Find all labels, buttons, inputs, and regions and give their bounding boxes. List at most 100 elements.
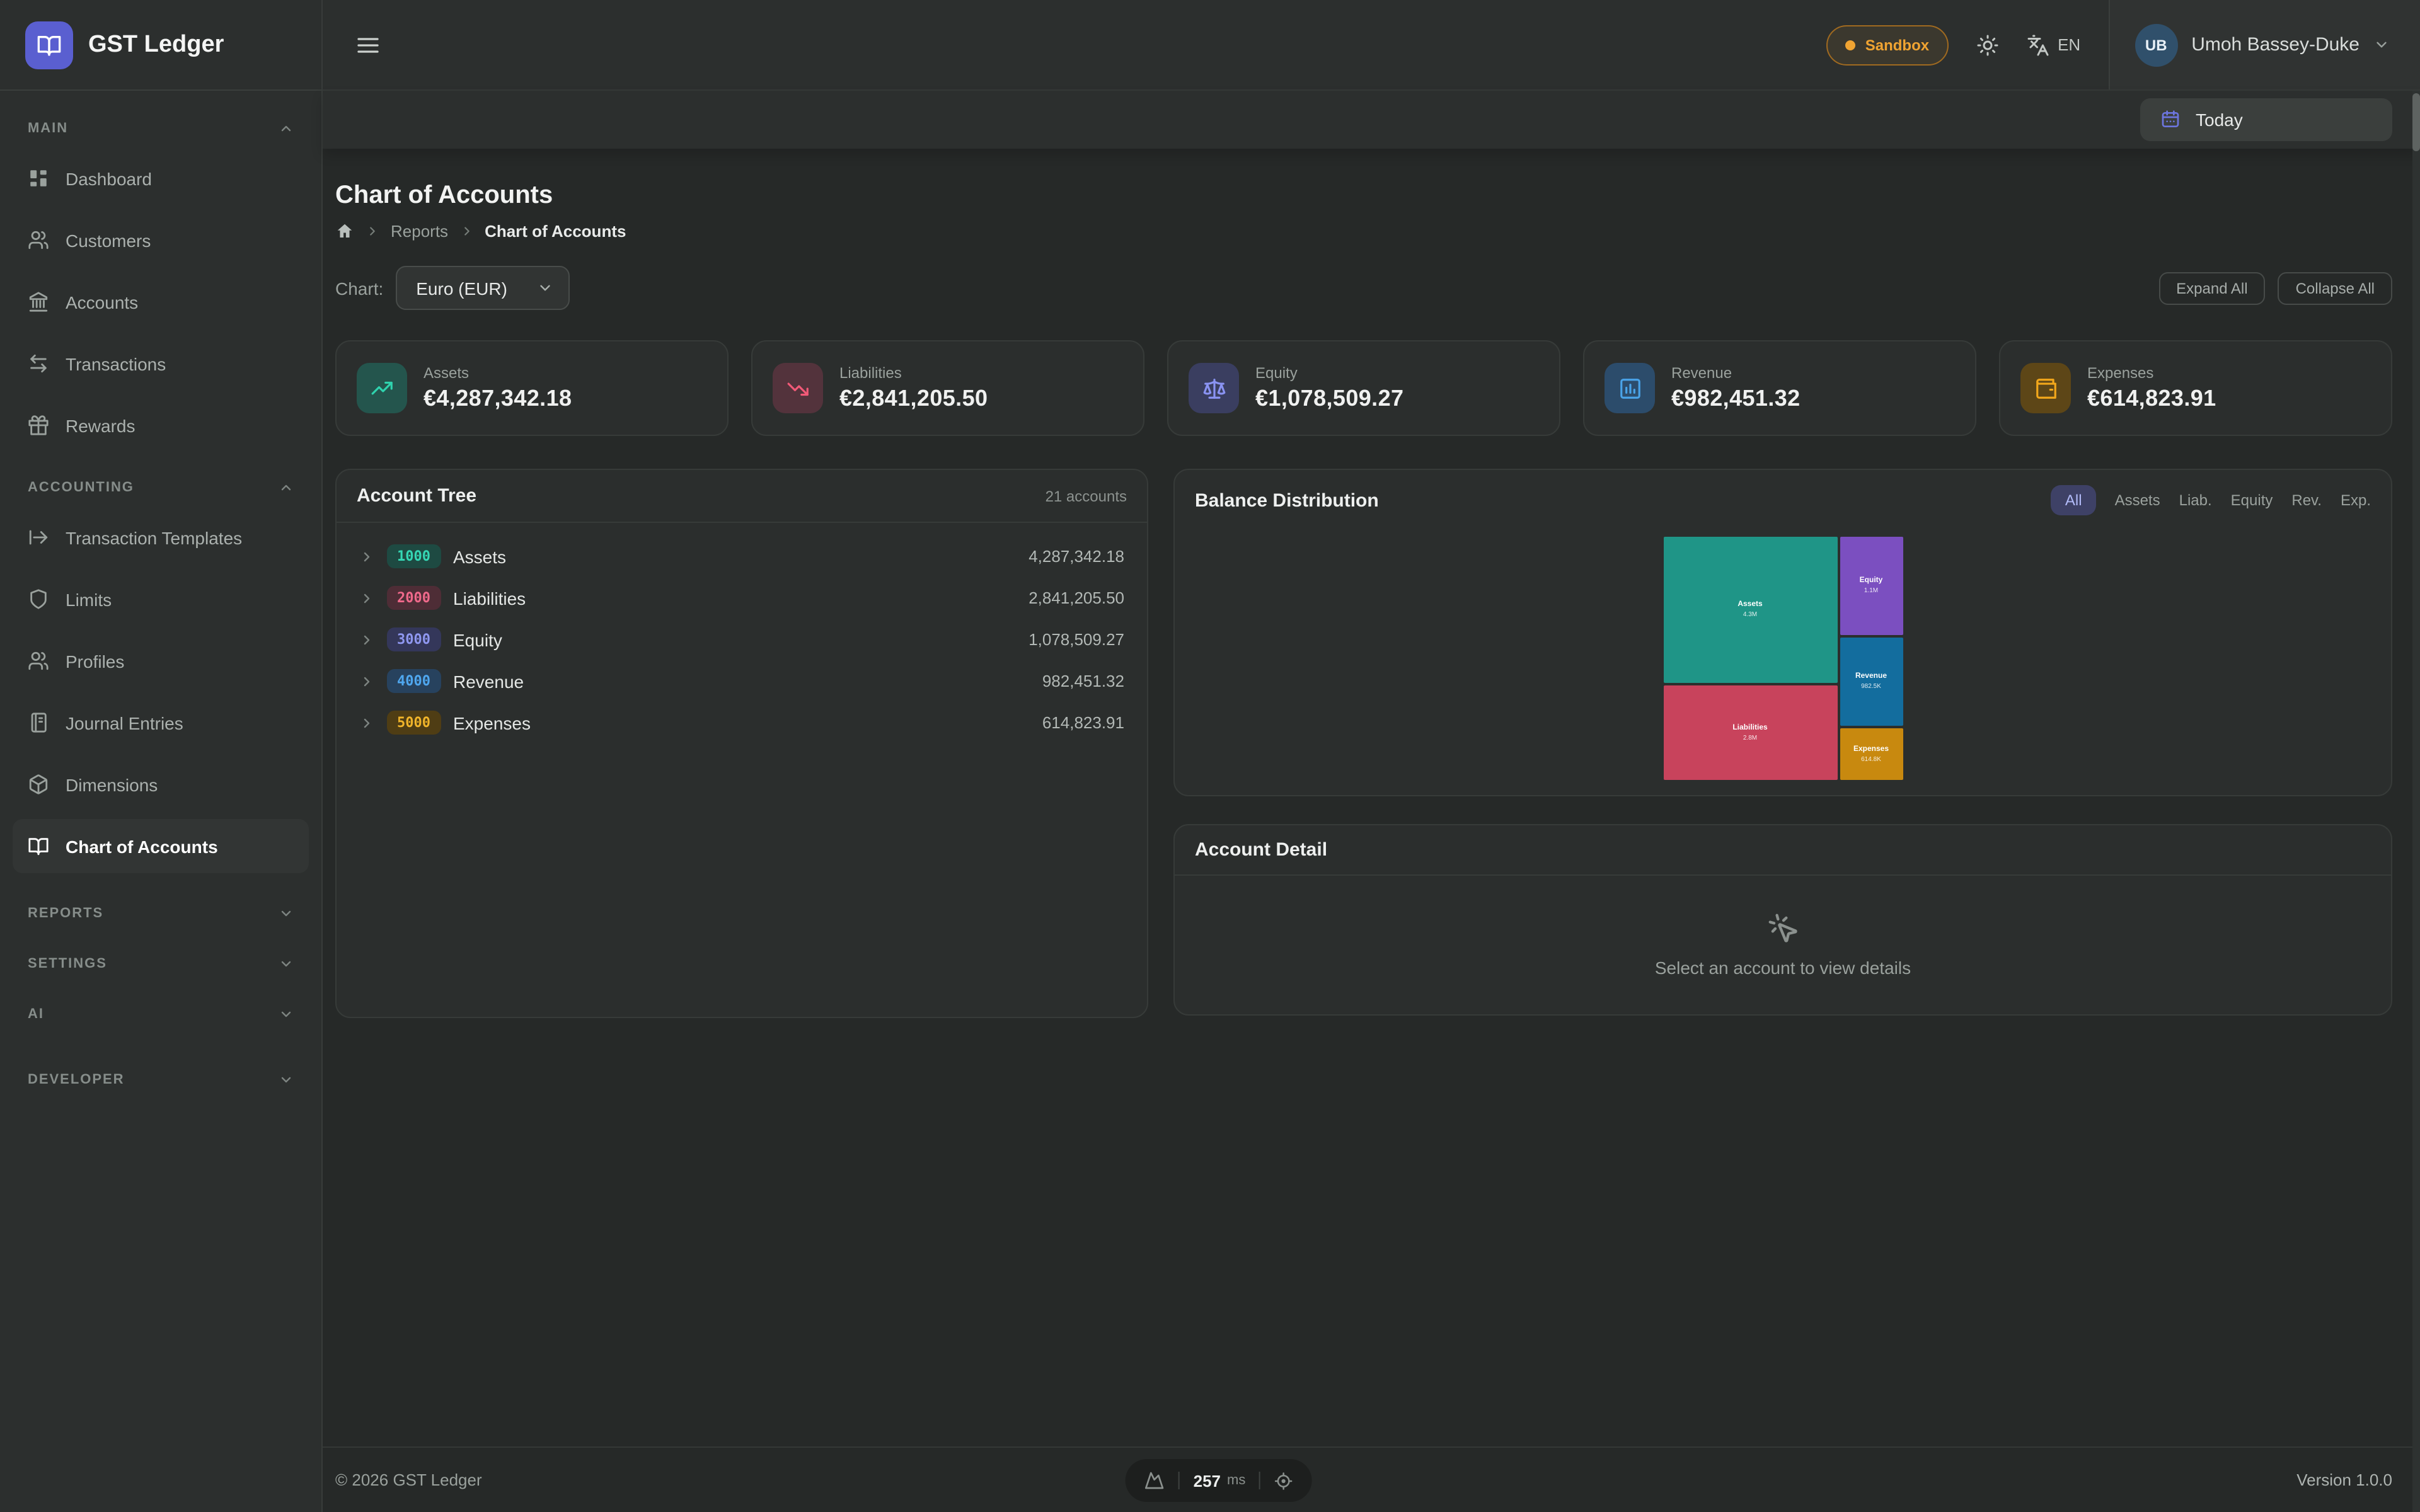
card-label: Liabilities xyxy=(839,364,988,382)
chevron-down-icon xyxy=(279,906,294,921)
tile-label: Expenses xyxy=(1853,745,1889,753)
sidebar-item-transaction-templates[interactable]: Transaction Templates xyxy=(13,510,309,564)
sidebar-item-accounts[interactable]: Accounts xyxy=(13,275,309,329)
collapse-all-button[interactable]: Collapse All xyxy=(2278,272,2392,304)
sidebar-item-customers[interactable]: Customers xyxy=(13,213,309,267)
sidebar-item-journal-entries[interactable]: Journal Entries xyxy=(13,696,309,750)
tree-row-expenses[interactable]: 5000 Expenses 614,823.91 xyxy=(347,702,1137,743)
treemap-tile-assets[interactable]: Assets 4.3M xyxy=(1663,537,1837,683)
tile-value: 2.8M xyxy=(1743,734,1757,742)
scrollbar-thumb[interactable] xyxy=(2412,93,2420,151)
account-balance: 982,451.32 xyxy=(1042,672,1124,690)
users-icon xyxy=(28,650,49,672)
menu-icon[interactable] xyxy=(355,32,381,57)
section-label: AI xyxy=(28,1007,44,1022)
sidebar-section-main[interactable]: MAIN xyxy=(0,108,321,144)
sidebar-item-chart-of-accounts[interactable]: Chart of Accounts xyxy=(13,819,309,873)
sidebar-item-limits[interactable]: Limits xyxy=(13,572,309,626)
app-logo[interactable]: GST Ledger xyxy=(0,0,321,91)
sidebar-item-label: Accounts xyxy=(66,292,138,312)
accounts-count: 21 accounts xyxy=(1046,487,1127,505)
chart-select-value: Euro (EUR) xyxy=(416,278,507,298)
user-menu[interactable]: UB Umoh Bassey-Duke xyxy=(2108,0,2420,89)
filter-revenue[interactable]: Rev. xyxy=(2291,491,2322,509)
card-label: Assets xyxy=(424,364,572,382)
page-title: Chart of Accounts xyxy=(335,181,2392,210)
filter-expenses[interactable]: Exp. xyxy=(2341,491,2371,509)
section-label: MAIN xyxy=(28,121,68,136)
arrow-right-from-line-icon xyxy=(28,527,49,548)
tree-row-liabilities[interactable]: 2000 Liabilities 2,841,205.50 xyxy=(347,577,1137,619)
home-icon[interactable] xyxy=(335,222,354,241)
dashboard-icon xyxy=(28,168,49,189)
sidebar-section-developer[interactable]: DEVELOPER xyxy=(0,1055,321,1105)
tree-row-revenue[interactable]: 4000 Revenue 982,451.32 xyxy=(347,660,1137,702)
sidebar-item-label: Chart of Accounts xyxy=(66,836,218,856)
filter-equity[interactable]: Equity xyxy=(2231,491,2273,509)
treemap-tile-liabilities[interactable]: Liabilities 2.8M xyxy=(1663,685,1837,780)
sidebar-item-transactions[interactable]: Transactions xyxy=(13,336,309,391)
sidebar-item-rewards[interactable]: Rewards xyxy=(13,398,309,452)
account-balance: 4,287,342.18 xyxy=(1028,547,1124,566)
today-button[interactable]: Today xyxy=(2140,98,2392,141)
latency-widget[interactable]: 257 ms xyxy=(1126,1459,1313,1502)
treemap-tile-revenue[interactable]: Revenue 982.5K xyxy=(1840,638,1903,726)
version-label: Version 1.0.0 xyxy=(2296,1470,2392,1489)
account-name: Assets xyxy=(453,546,506,566)
chevron-right-icon[interactable] xyxy=(359,632,374,647)
filter-liabilities[interactable]: Liab. xyxy=(2179,491,2212,509)
breadcrumb-reports[interactable]: Reports xyxy=(391,222,448,241)
revenue-card[interactable]: Revenue €982,451.32 xyxy=(1583,340,1976,436)
account-name: Expenses xyxy=(453,713,531,733)
filter-assets[interactable]: Assets xyxy=(2115,491,2160,509)
pointer-click-icon xyxy=(1766,912,1799,945)
card-value: €614,823.91 xyxy=(2087,386,2216,412)
expand-all-button[interactable]: Expand All xyxy=(2158,272,2265,304)
locate-icon[interactable] xyxy=(1274,1471,1293,1490)
sidebar-section-accounting[interactable]: ACCOUNTING xyxy=(0,467,321,503)
trending-up-icon xyxy=(357,363,407,413)
treemap-tile-equity[interactable]: Equity 1.1M xyxy=(1840,537,1903,635)
trending-down-icon xyxy=(773,363,823,413)
sidebar-item-dimensions[interactable]: Dimensions xyxy=(13,757,309,811)
chevron-up-icon xyxy=(279,121,294,136)
card-label: Revenue xyxy=(1671,364,1801,382)
account-balance: 614,823.91 xyxy=(1042,713,1124,732)
account-name: Revenue xyxy=(453,671,524,691)
sidebar-item-profiles[interactable]: Profiles xyxy=(13,634,309,688)
treemap-tile-expenses[interactable]: Expenses 614.8K xyxy=(1840,728,1903,780)
account-code-badge: 4000 xyxy=(387,669,441,693)
sidebar-item-dashboard[interactable]: Dashboard xyxy=(13,151,309,205)
sidebar-nav: MAIN Dashboard Customers Accounts Transa… xyxy=(0,91,321,1105)
liabilities-card[interactable]: Liabilities €2,841,205.50 xyxy=(751,340,1144,436)
equity-card[interactable]: Equity €1,078,509.27 xyxy=(1167,340,1560,436)
sidebar-section-ai[interactable]: AI xyxy=(0,989,321,1040)
chevron-right-icon[interactable] xyxy=(359,673,374,689)
sidebar-section-reports[interactable]: REPORTS xyxy=(0,888,321,939)
scrollbar[interactable] xyxy=(2412,91,2420,1512)
gift-icon xyxy=(28,415,49,436)
chevron-right-icon[interactable] xyxy=(359,715,374,730)
account-tree-panel: Account Tree 21 accounts 1000 Assets 4,2… xyxy=(335,469,1148,1018)
chevron-right-icon[interactable] xyxy=(359,549,374,564)
sandbox-badge[interactable]: Sandbox xyxy=(1826,25,1948,65)
scales-icon xyxy=(1189,363,1239,413)
sidebar-item-label: Profiles xyxy=(66,651,124,671)
panel-title: Balance Distribution xyxy=(1195,490,1379,511)
sidebar-item-label: Transactions xyxy=(66,353,166,374)
sidebar-section-settings[interactable]: SETTINGS xyxy=(0,939,321,989)
chevron-right-icon xyxy=(459,224,473,238)
account-code-badge: 5000 xyxy=(387,711,441,735)
account-code-badge: 2000 xyxy=(387,586,441,610)
chart-select[interactable]: Euro (EUR) xyxy=(396,266,570,310)
assets-card[interactable]: Assets €4,287,342.18 xyxy=(335,340,729,436)
theme-toggle-icon[interactable] xyxy=(1976,33,1998,56)
language-selector[interactable]: EN xyxy=(2026,33,2080,56)
tree-row-assets[interactable]: 1000 Assets 4,287,342.18 xyxy=(347,536,1137,577)
tree-row-equity[interactable]: 3000 Equity 1,078,509.27 xyxy=(347,619,1137,660)
filter-all[interactable]: All xyxy=(2051,485,2096,515)
chevron-right-icon[interactable] xyxy=(359,590,374,605)
expenses-card[interactable]: Expenses €614,823.91 xyxy=(1999,340,2392,436)
chart-select-label: Chart: xyxy=(335,278,383,298)
languages-icon xyxy=(2026,33,2049,56)
